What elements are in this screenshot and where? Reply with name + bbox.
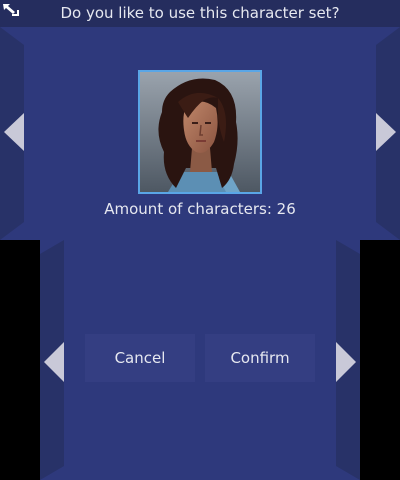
next-arrow-icon[interactable] bbox=[334, 342, 356, 382]
previous-arrow-icon[interactable] bbox=[44, 342, 66, 382]
character-portrait bbox=[140, 72, 260, 192]
character-portrait-frame bbox=[138, 70, 262, 194]
character-count-label: Amount of characters: 26 bbox=[104, 200, 296, 218]
confirm-button[interactable]: Confirm bbox=[205, 334, 315, 382]
title-bar: Do you like to use this character set? bbox=[0, 0, 400, 27]
page-title: Do you like to use this character set? bbox=[60, 4, 340, 22]
next-character-set-arrow-icon[interactable] bbox=[374, 113, 396, 151]
cancel-button[interactable]: Cancel bbox=[85, 334, 195, 382]
previous-character-set-arrow-icon[interactable] bbox=[4, 113, 26, 151]
bottom-screen: Cancel Confirm bbox=[40, 240, 360, 480]
top-screen: Do you like to use this character set? A… bbox=[0, 0, 400, 240]
